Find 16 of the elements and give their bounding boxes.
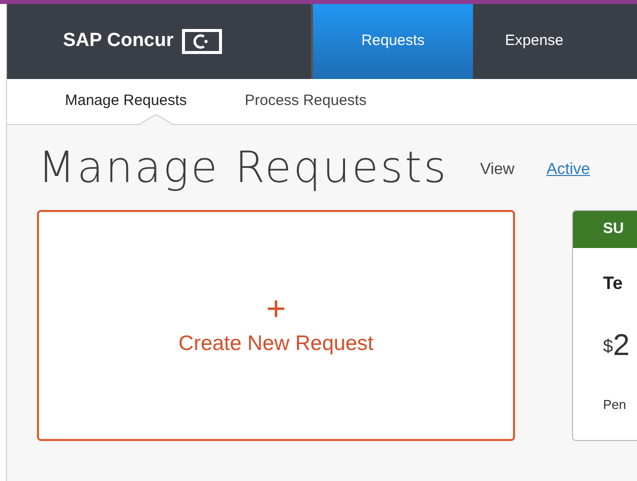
nav-tab[interactable]: Expense: [473, 4, 596, 79]
page-title: Manage Requests: [38, 142, 448, 195]
view-label: View: [480, 160, 514, 180]
request-card[interactable]: SU Te $2 Pen: [572, 210, 637, 441]
view-link[interactable]: Active: [546, 158, 590, 182]
status-label: SU: [603, 219, 624, 240]
currency-symbol: $: [603, 335, 614, 358]
nav-tab[interactable]: Requests: [311, 4, 473, 79]
logo-text: SAP Concur: [63, 29, 174, 54]
subnav-tab[interactable]: Process Requests: [244, 90, 366, 113]
amount: 2: [613, 331, 630, 361]
status-text: Pen: [602, 396, 628, 414]
logo-icon: [182, 29, 222, 54]
subnav-tab[interactable]: Manage Requests: [65, 90, 187, 113]
request-name: Te: [602, 272, 624, 295]
create-request-card[interactable]: + Create New Request: [37, 210, 515, 441]
